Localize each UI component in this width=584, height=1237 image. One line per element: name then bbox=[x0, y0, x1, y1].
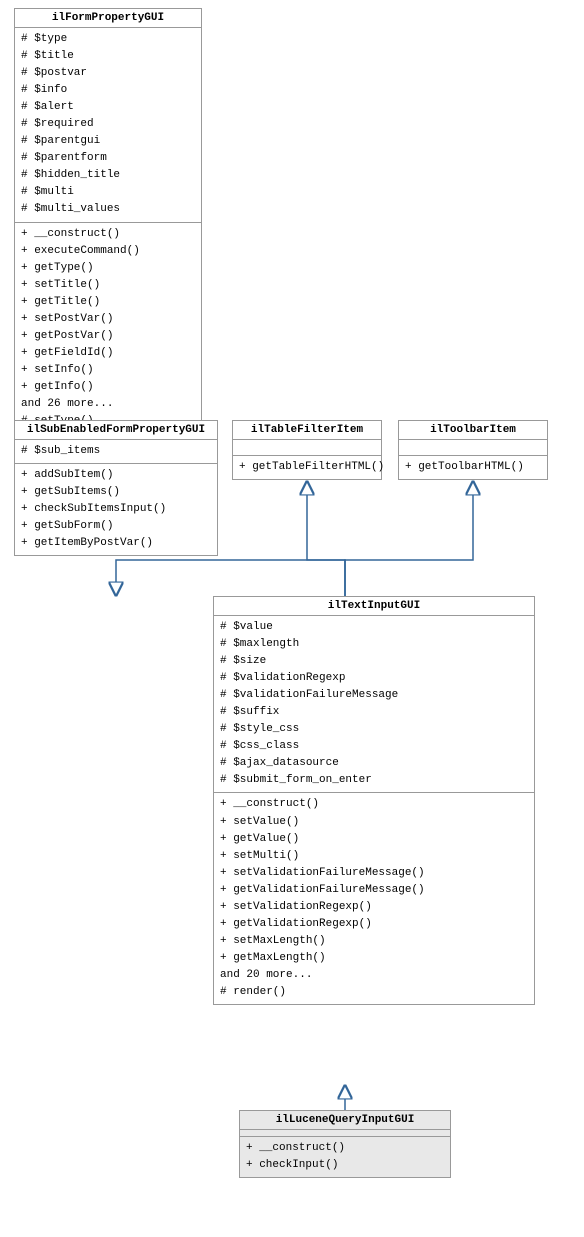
ilLuceneQueryInputGUI-fields bbox=[240, 1130, 450, 1137]
ilLuceneQueryInputGUI-box: ilLuceneQueryInputGUI + __construct() + … bbox=[239, 1110, 451, 1178]
ilTableFilterItem-title: ilTableFilterItem bbox=[233, 421, 381, 440]
ilSubEnabledFormPropertyGUI-title: ilSubEnabledFormPropertyGUI bbox=[15, 421, 217, 440]
ilLuceneQueryInputGUI-title: ilLuceneQueryInputGUI bbox=[240, 1111, 450, 1130]
ilTextInputGUI-box: ilTextInputGUI # $value # $maxlength # $… bbox=[213, 596, 535, 1005]
diagram-container: ilFormPropertyGUI # $type # $title # $po… bbox=[0, 0, 584, 1237]
ilTableFilterItem-box: ilTableFilterItem + getTableFilterHTML() bbox=[232, 420, 382, 480]
ilTableFilterItem-methods: + getTableFilterHTML() bbox=[233, 456, 381, 479]
ilToolbarItem-box: ilToolbarItem + getToolbarHTML() bbox=[398, 420, 548, 480]
ilFormPropertyGUI-box: ilFormPropertyGUI # $type # $title # $po… bbox=[14, 8, 202, 451]
ilToolbarItem-title: ilToolbarItem bbox=[399, 421, 547, 440]
ilTextInputGUI-methods: + __construct() + setValue() + getValue(… bbox=[214, 793, 534, 1004]
ilSubEnabledFormPropertyGUI-methods: + addSubItem() + getSubItems() + checkSu… bbox=[15, 464, 217, 555]
ilTextInputGUI-fields: # $value # $maxlength # $size # $validat… bbox=[214, 616, 534, 793]
ilFormPropertyGUI-methods: + __construct() + executeCommand() + get… bbox=[15, 223, 201, 451]
ilSubEnabledFormPropertyGUI-box: ilSubEnabledFormPropertyGUI # $sub_items… bbox=[14, 420, 218, 556]
ilTableFilterItem-fields bbox=[233, 440, 381, 456]
ilSubEnabledFormPropertyGUI-fields: # $sub_items bbox=[15, 440, 217, 464]
ilToolbarItem-methods: + getToolbarHTML() bbox=[399, 456, 547, 479]
ilLuceneQueryInputGUI-methods: + __construct() + checkInput() bbox=[240, 1137, 450, 1177]
ilFormPropertyGUI-fields: # $type # $title # $postvar # $info # $a… bbox=[15, 28, 201, 223]
ilTextInputGUI-title: ilTextInputGUI bbox=[214, 597, 534, 616]
ilFormPropertyGUI-title: ilFormPropertyGUI bbox=[15, 9, 201, 28]
ilToolbarItem-fields bbox=[399, 440, 547, 456]
